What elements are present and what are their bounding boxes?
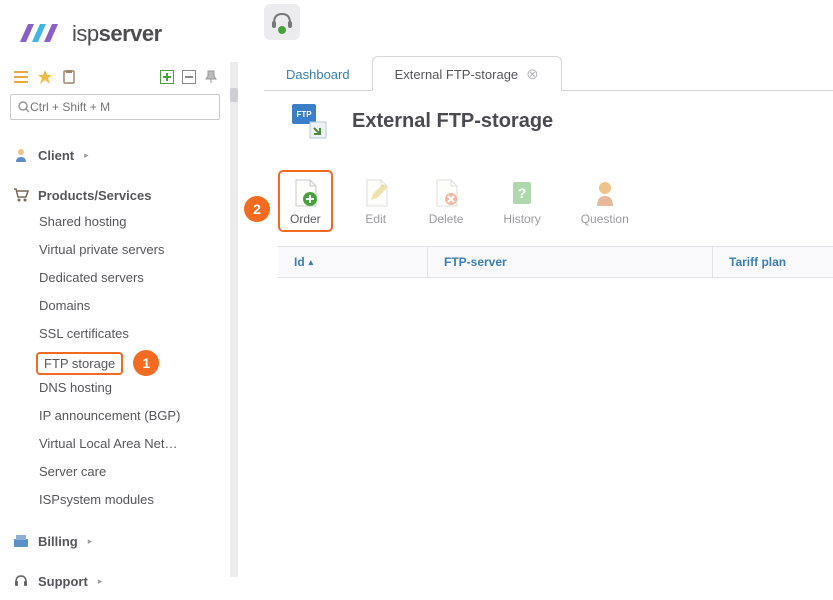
nav-products-head[interactable]: Products/Services: [12, 180, 230, 210]
page-title: External FTP-storage: [352, 110, 553, 133]
nav-client-label: Client: [38, 148, 74, 163]
svg-text:FTP: FTP: [296, 110, 312, 119]
tab-bar: Dashboard External FTP-storage ⊗: [264, 56, 833, 91]
tab-label: External FTP-storage: [395, 67, 519, 82]
history-icon: ?: [509, 178, 535, 208]
sidebar-item-domains[interactable]: Domains: [36, 294, 93, 317]
action-label: History: [503, 212, 540, 226]
question-button[interactable]: Question: [571, 172, 639, 230]
plus-icon[interactable]: [158, 68, 176, 86]
sidebar-item-shared-hosting[interactable]: Shared hosting: [36, 210, 129, 233]
sidebar-item-dns[interactable]: DNS hosting: [36, 376, 115, 399]
sidebar-item-isp-modules[interactable]: ISPsystem modules: [36, 488, 157, 511]
nav-support-head[interactable]: Support ▸: [12, 566, 230, 596]
star-icon[interactable]: [36, 68, 54, 86]
page-header: FTP External FTP-storage: [288, 100, 553, 142]
sidebar-item-server-care[interactable]: Server care: [36, 460, 109, 483]
delete-icon: [433, 178, 459, 208]
nav-products: Products/Services Shared hosting Virtual…: [0, 174, 230, 520]
sidebar: ispserver Client ▸ Products/Services: [0, 0, 230, 577]
billing-icon: [12, 532, 30, 550]
sidebar-item-ip-bgp[interactable]: IP announcement (BGP): [36, 404, 183, 427]
close-icon[interactable]: ⊗: [526, 67, 539, 82]
logo-text: ispserver: [72, 21, 162, 47]
nav-client-head[interactable]: Client ▸: [12, 140, 230, 170]
order-icon: [292, 178, 318, 208]
headset-icon: [12, 572, 30, 590]
svg-text:?: ?: [518, 185, 527, 201]
action-toolbar: 2 Order Edit Delete ? History Question: [278, 170, 639, 232]
header-support-button[interactable]: [264, 4, 300, 40]
sidebar-item-dedicated[interactable]: Dedicated servers: [36, 266, 147, 289]
nav-products-items: Shared hosting Virtual private servers D…: [12, 210, 230, 516]
logo: ispserver: [0, 0, 230, 62]
minus-icon[interactable]: [180, 68, 198, 86]
nav-support: Support ▸: [0, 560, 230, 600]
action-label: Edit: [365, 212, 386, 226]
column-tariff[interactable]: Tariff plan: [713, 247, 833, 277]
chevron-right-icon: ▸: [88, 536, 93, 547]
column-id[interactable]: Id: [278, 247, 428, 277]
edit-button[interactable]: Edit: [353, 172, 399, 230]
sidebar-item-ftp-storage[interactable]: FTP storage: [36, 352, 123, 375]
nav-products-label: Products/Services: [38, 188, 151, 203]
chevron-right-icon: ▸: [98, 576, 103, 587]
action-label: Delete: [429, 212, 464, 226]
nav-support-label: Support: [38, 574, 88, 589]
tab-ftp-storage[interactable]: External FTP-storage ⊗: [372, 56, 562, 91]
user-icon: [12, 146, 30, 164]
cart-icon: [12, 186, 30, 204]
table-header: Id FTP-server Tariff plan: [278, 246, 833, 278]
nav-client: Client ▸: [0, 134, 230, 174]
search-box[interactable]: [10, 94, 220, 120]
nav-billing-head[interactable]: Billing ▸: [12, 526, 230, 556]
clipboard-icon[interactable]: [60, 68, 78, 86]
splitter[interactable]: [230, 62, 238, 577]
action-label: Order: [290, 212, 321, 226]
logo-icon: [18, 18, 66, 50]
sidebar-item-vps[interactable]: Virtual private servers: [36, 238, 167, 261]
annotation-step-1: 1: [133, 350, 159, 376]
list-icon[interactable]: [12, 68, 30, 86]
search-icon: [17, 100, 30, 114]
sidebar-item-ssl[interactable]: SSL certificates: [36, 322, 132, 345]
nav-billing: Billing ▸: [0, 520, 230, 560]
pin-icon[interactable]: [202, 68, 220, 86]
action-label: Question: [581, 212, 629, 226]
sidebar-toolbar: [0, 62, 230, 94]
chevron-right-icon: ▸: [84, 150, 89, 161]
splitter-handle[interactable]: [230, 88, 238, 102]
tab-dashboard[interactable]: Dashboard: [264, 57, 372, 90]
edit-icon: [363, 178, 389, 208]
order-button[interactable]: Order: [278, 170, 333, 232]
sidebar-item-vlan[interactable]: Virtual Local Area Net…: [36, 432, 181, 455]
delete-button[interactable]: Delete: [419, 172, 474, 230]
column-ftp-server[interactable]: FTP-server: [428, 247, 713, 277]
ftp-icon: FTP: [288, 100, 330, 142]
nav-billing-label: Billing: [38, 534, 78, 549]
question-icon: [592, 178, 618, 208]
search-input[interactable]: [30, 100, 213, 114]
annotation-step-2: 2: [244, 196, 270, 222]
history-button[interactable]: ? History: [493, 172, 550, 230]
